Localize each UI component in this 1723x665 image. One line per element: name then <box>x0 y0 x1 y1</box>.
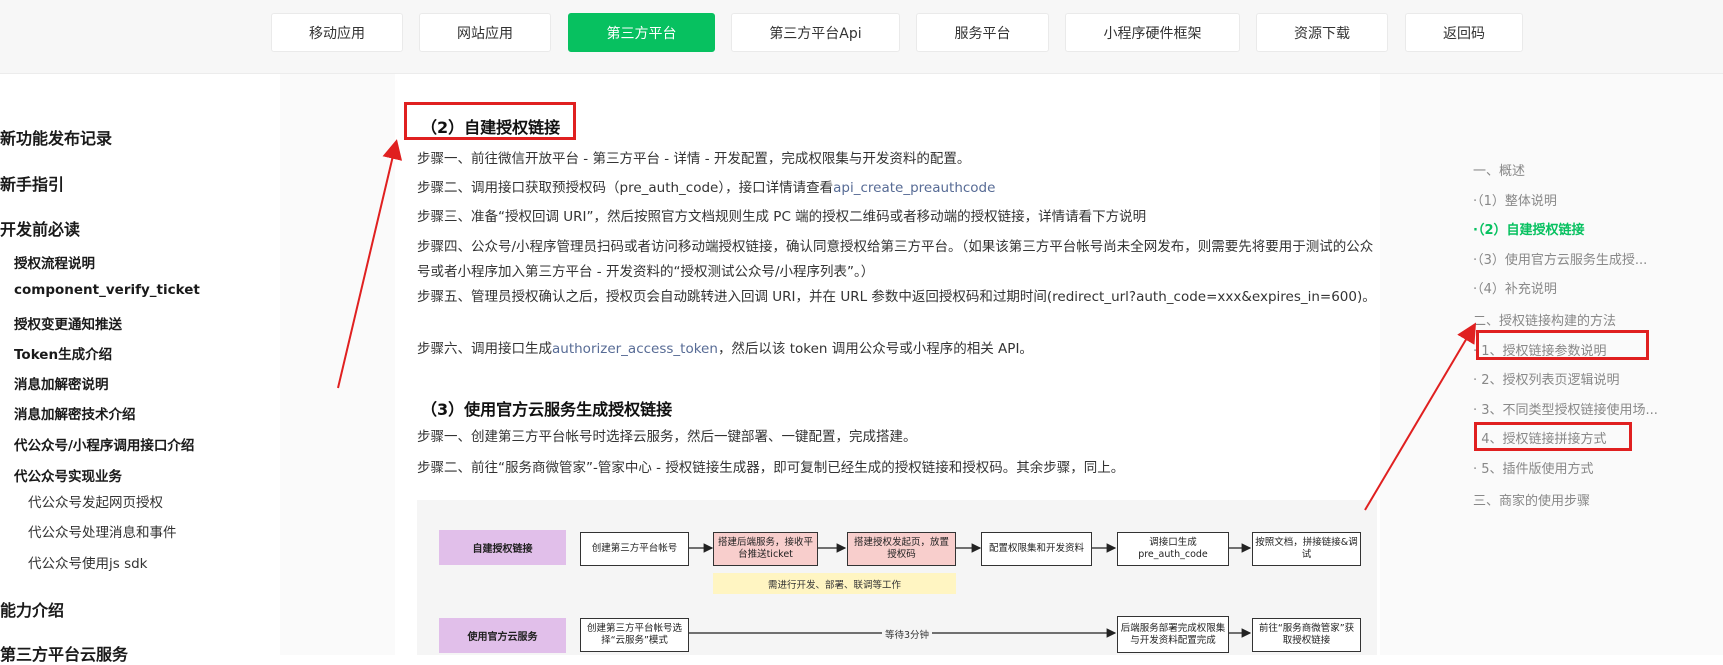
tab-third-party-api[interactable]: 第三方平台Api <box>731 13 900 52</box>
diagram-box: 后端服务部署完成权限集与开发资料配置完成 <box>1117 616 1229 653</box>
diagram-note: 需进行开发、部署、联调等工作 <box>713 573 956 594</box>
toc-item-self-built[interactable]: ·（2）自建授权链接 <box>1473 219 1584 238</box>
section-title-cloud-auth-link: （3）使用官方云服务生成授权链接 <box>421 400 673 419</box>
step-6-text: 步骤六、调用接口生成 <box>417 341 552 357</box>
sidebar-item-getting-started[interactable]: 新手指引 <box>0 171 64 195</box>
tab-miniprogram-hardware[interactable]: 小程序硬件框架 <box>1065 13 1240 52</box>
toc-item-supplement[interactable]: ·（4）补充说明 <box>1473 278 1557 297</box>
sidebar-item-release-notes[interactable]: 新功能发布记录 <box>0 125 112 149</box>
link-authorizer-access-token[interactable]: authorizer_access_token <box>552 341 718 357</box>
top-nav-bar: 移动应用 网站应用 第三方平台 第三方平台Api 服务平台 小程序硬件框架 资源… <box>0 0 1723 74</box>
sidebar-item-encrypt[interactable]: 消息加解密说明 <box>14 373 109 393</box>
diagram-box: 搭建后端服务，接收平台推送ticket <box>713 532 818 566</box>
tab-mobile-app[interactable]: 移动应用 <box>271 13 403 52</box>
step-3: 步骤三、准备“授权回调 URI”，然后按照官方文档规则生成 PC 端的授权二维码… <box>417 209 1147 225</box>
annotation-box-splice <box>1474 422 1632 451</box>
annotation-box-params <box>1476 330 1649 360</box>
diagram-box: 按照文档，拼接链接&调试 <box>1252 532 1361 566</box>
toc-item-list-logic[interactable]: · 2、授权列表页逻辑说明 <box>1473 369 1620 388</box>
tab-resource-download[interactable]: 资源下载 <box>1256 13 1388 52</box>
toc-item-scenarios[interactable]: · 3、不同类型授权链接使用场... <box>1473 399 1658 418</box>
sidebar-item-verify-ticket[interactable]: component_verify_ticket <box>14 282 200 298</box>
toc-item-overview[interactable]: 一、概述 <box>1473 160 1525 179</box>
sidebar-item-msg-event[interactable]: 代公众号处理消息和事件 <box>28 521 177 541</box>
sidebar-item-auth-change[interactable]: 授权变更通知推送 <box>14 313 122 333</box>
flow-diagram: 自建授权链接 创建第三方平台帐号 搭建后端服务，接收平台推送ticket 搭建授… <box>417 500 1377 655</box>
step-2: 步骤二、调用接口获取预授权码（pre_auth_code），接口详情请查看api… <box>417 176 1377 201</box>
tab-return-codes[interactable]: 返回码 <box>1405 13 1523 52</box>
step-6: 步骤六、调用接口生成authorizer_access_token，然后以该 t… <box>417 337 1377 362</box>
toc-item-cloud[interactable]: ·（3）使用官方云服务生成授... <box>1473 249 1647 268</box>
tab-service-platform[interactable]: 服务平台 <box>916 13 1049 52</box>
sidebar-item-must-read[interactable]: 开发前必读 <box>0 216 80 240</box>
link-api-create-preauthcode[interactable]: api_create_preauthcode <box>833 180 995 196</box>
step-5: 步骤五、管理员授权确认之后，授权页会自动跳转进入回调 URI，并在 URL 参数… <box>417 289 1376 305</box>
step-6-text-post: ，然后以该 token 调用公众号或小程序的相关 API。 <box>717 341 1033 357</box>
sidebar-item-token[interactable]: Token生成介绍 <box>14 343 112 363</box>
diagram-box: 前往“服务商微管家”获取授权链接 <box>1252 618 1361 652</box>
step-2-text: 步骤二、调用接口获取预授权码（pre_auth_code），接口详情请查看 <box>417 180 834 196</box>
section-title-self-built-auth-link: （2）自建授权链接 <box>421 118 561 137</box>
diagram-box: 配置权限集和开发资料 <box>981 532 1092 566</box>
step-4: 步骤四、公众号/小程序管理员扫码或者访问移动端授权链接，确认同意授权给第三方平台… <box>417 239 1374 280</box>
diagram-row-label-cloud: 使用官方云服务 <box>439 618 566 653</box>
diagram-box: 搭建授权发起页，放置授权码 <box>847 532 956 566</box>
sidebar-item-js-sdk[interactable]: 代公众号使用js sdk <box>28 552 148 572</box>
diagram-row-label-self-built: 自建授权链接 <box>439 530 566 565</box>
tab-third-party-platform[interactable]: 第三方平台 <box>568 13 715 52</box>
sidebar-item-encrypt-tech[interactable]: 消息加解密技术介绍 <box>14 403 136 423</box>
toc-item-build-method[interactable]: 二、授权链接构建的方法 <box>1473 310 1616 329</box>
toc-item-plugin[interactable]: · 5、插件版使用方式 <box>1473 458 1594 477</box>
sidebar-item-web-auth[interactable]: 代公众号发起网页授权 <box>28 491 163 511</box>
sidebar-item-cloud-service[interactable]: 第三方平台云服务 <box>0 641 128 665</box>
diagram-wait-label: 等待3分钟 <box>882 627 933 641</box>
sidebar-item-auth-flow[interactable]: 授权流程说明 <box>14 252 95 272</box>
step-cloud-2: 步骤二、前往“服务商微管家”-管家中心 - 授权链接生成器，即可复制已经生成的授… <box>417 460 1125 476</box>
toc-item-merchant-steps[interactable]: 三、商家的使用步骤 <box>1473 490 1590 509</box>
sidebar-item-business[interactable]: 代公众号实现业务 <box>14 465 122 485</box>
toc-item-overall[interactable]: ·（1）整体说明 <box>1473 190 1557 209</box>
tab-website-app[interactable]: 网站应用 <box>419 13 551 52</box>
sidebar-item-capabilities[interactable]: 能力介绍 <box>0 597 64 621</box>
diagram-box: 创建第三方平台帐号 <box>580 532 689 566</box>
step-cloud-1: 步骤一、创建第三方平台帐号时选择云服务，然后一键部署、一键配置，完成搭建。 <box>417 429 917 445</box>
diagram-box: 创建第三方平台帐号选择“云服务”模式 <box>580 618 689 652</box>
step-1: 步骤一、前往微信开放平台 - 第三方平台 - 详情 - 开发配置，完成权限集与开… <box>417 151 971 167</box>
diagram-box: 调接口生成pre_auth_code <box>1117 532 1229 566</box>
sidebar-item-api-proxy[interactable]: 代公众号/小程序调用接口介绍 <box>14 434 194 454</box>
